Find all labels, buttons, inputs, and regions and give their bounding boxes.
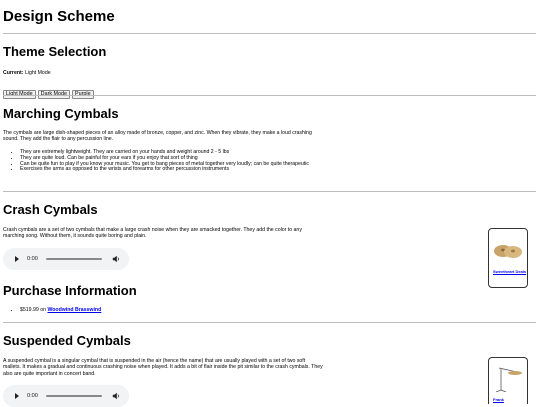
- purchase-on: on: [40, 307, 46, 313]
- theme-current-label: Current:: [3, 70, 24, 76]
- store-link[interactable]: Woodwind Brasswind: [47, 307, 101, 313]
- purchase-heading: Purchase Information: [3, 283, 137, 298]
- page-title: Design Scheme: [3, 8, 115, 25]
- divider: [3, 191, 536, 192]
- play-icon[interactable]: [15, 256, 19, 262]
- crash-description: Crash cymbals are a set of two cymbals t…: [3, 227, 302, 240]
- list-item: $519.99 on Woodwind Brasswind: [20, 307, 101, 314]
- list-item: Exercises the arms as opposed to the wri…: [20, 167, 338, 173]
- play-icon[interactable]: [15, 393, 19, 399]
- theme-current-value: Light Mode: [24, 70, 51, 76]
- suspended-description: A suspended cymbal is a singular cymbal …: [3, 358, 323, 377]
- theme-current: Current: Light Mode: [3, 70, 51, 76]
- marching-heading: Marching Cymbals: [3, 106, 119, 121]
- theme-buttons: Light Mode Dark Mode Purple: [3, 82, 96, 100]
- suspended-card-link[interactable]: Frank: [493, 397, 504, 402]
- volume-icon[interactable]: [112, 255, 120, 263]
- crash-card-link[interactable]: Sweetheart Deals: [493, 269, 526, 274]
- suspended-product-card: Frank: [488, 357, 528, 404]
- theme-heading: Theme Selection: [3, 44, 107, 59]
- divider: [3, 33, 536, 34]
- suspended-heading: Suspended Cymbals: [3, 333, 131, 348]
- volume-icon[interactable]: [112, 392, 120, 400]
- crash-cymbal-image: [494, 245, 522, 258]
- marching-description: The cymbals are large dish-shaped pieces…: [3, 130, 312, 143]
- crash-audio-player[interactable]: 0:00: [3, 248, 129, 270]
- audio-time: 0:00: [27, 393, 38, 399]
- audio-progress-bar[interactable]: [45, 258, 102, 260]
- purchase-list: $519.99 on Woodwind Brasswind: [8, 307, 101, 314]
- suspended-audio-player[interactable]: 0:00: [3, 385, 129, 407]
- marching-list: They are extremely lightweight. They are…: [8, 149, 338, 173]
- divider: [3, 95, 536, 96]
- audio-time: 0:00: [27, 256, 38, 262]
- purchase-price: $519.99: [20, 307, 39, 313]
- divider: [3, 322, 536, 323]
- crash-heading: Crash Cymbals: [3, 202, 98, 217]
- crash-product-card: Sweetheart Deals: [488, 228, 528, 288]
- page: Design Scheme Theme Selection Current: L…: [0, 0, 540, 407]
- audio-progress-bar[interactable]: [45, 395, 102, 397]
- suspended-cymbal-image: [495, 367, 522, 392]
